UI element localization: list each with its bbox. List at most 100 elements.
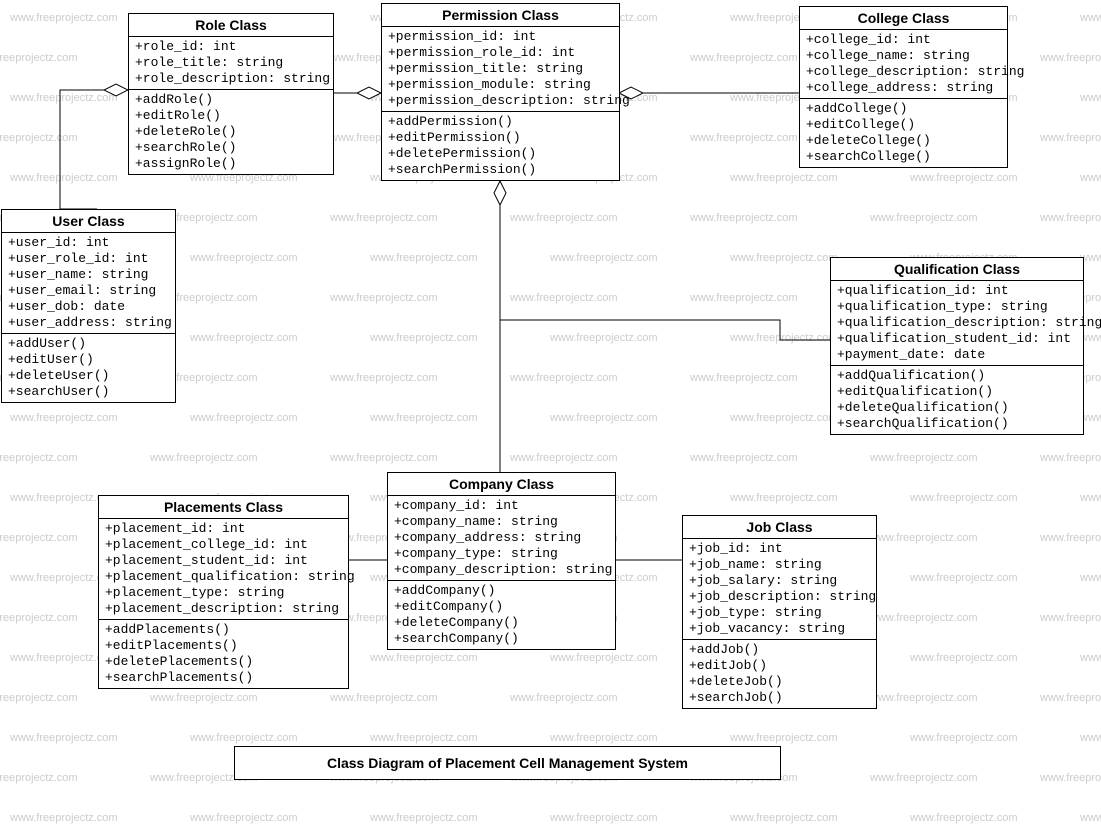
watermark-text: www.freeprojectz.com bbox=[0, 692, 78, 704]
watermark-text: www.freeprojectz.com bbox=[510, 292, 618, 304]
op: +deleteRole() bbox=[135, 124, 327, 140]
attr: +placement_id: int bbox=[105, 521, 342, 537]
watermark-text: www.freeprojectz.com bbox=[1080, 812, 1101, 824]
watermark-text: www.freeprojectz.com bbox=[550, 732, 658, 744]
class-placements-ops: +addPlacements() +editPlacements() +dele… bbox=[99, 620, 348, 688]
class-placements-title: Placements Class bbox=[99, 496, 348, 519]
watermark-text: www.freeprojectz.com bbox=[1040, 212, 1101, 224]
attr: +qualification_id: int bbox=[837, 283, 1077, 299]
op: +editQualification() bbox=[837, 384, 1077, 400]
attr: +company_name: string bbox=[394, 514, 609, 530]
op: +editPlacements() bbox=[105, 638, 342, 654]
watermark-text: www.freeprojectz.com bbox=[1080, 92, 1101, 104]
watermark-text: www.freeprojectz.com bbox=[870, 212, 978, 224]
watermark-text: www.freeprojectz.com bbox=[870, 692, 978, 704]
watermark-text: www.freeprojectz.com bbox=[870, 612, 978, 624]
op: +searchRole() bbox=[135, 140, 327, 156]
class-permission: Permission Class +permission_id: int +pe… bbox=[381, 3, 620, 181]
class-user-title: User Class bbox=[2, 210, 175, 233]
watermark-text: www.freeprojectz.com bbox=[910, 572, 1018, 584]
watermark-text: www.freeprojectz.com bbox=[870, 452, 978, 464]
watermark-text: www.freeprojectz.com bbox=[1080, 12, 1101, 24]
watermark-text: www.freeprojectz.com bbox=[0, 132, 78, 144]
class-permission-ops: +addPermission() +editPermission() +dele… bbox=[382, 112, 619, 180]
attr: +college_name: string bbox=[806, 48, 1001, 64]
attr: +placement_student_id: int bbox=[105, 553, 342, 569]
watermark-text: www.freeprojectz.com bbox=[0, 52, 78, 64]
attr: +qualification_type: string bbox=[837, 299, 1077, 315]
class-user-attrs: +user_id: int +user_role_id: int +user_n… bbox=[2, 233, 175, 334]
attr: +job_description: string bbox=[689, 589, 870, 605]
op: +deletePlacements() bbox=[105, 654, 342, 670]
op: +addPlacements() bbox=[105, 622, 342, 638]
watermark-text: www.freeprojectz.com bbox=[510, 372, 618, 384]
watermark-text: www.freeprojectz.com bbox=[0, 612, 78, 624]
op: +deleteQualification() bbox=[837, 400, 1077, 416]
class-qualification-title: Qualification Class bbox=[831, 258, 1083, 281]
watermark-text: www.freeprojectz.com bbox=[10, 732, 118, 744]
op: +deleteUser() bbox=[8, 368, 169, 384]
op: +addJob() bbox=[689, 642, 870, 658]
op: +deleteCompany() bbox=[394, 615, 609, 631]
attr: +company_id: int bbox=[394, 498, 609, 514]
watermark-text: www.freeprojectz.com bbox=[690, 132, 798, 144]
watermark-text: www.freeprojectz.com bbox=[1080, 652, 1101, 664]
watermark-text: www.freeprojectz.com bbox=[150, 692, 258, 704]
class-company-ops: +addCompany() +editCompany() +deleteComp… bbox=[388, 581, 615, 649]
op: +editPermission() bbox=[388, 130, 613, 146]
class-job-attrs: +job_id: int +job_name: string +job_sala… bbox=[683, 539, 876, 640]
class-role-attrs: +role_id: int +role_title: string +role_… bbox=[129, 37, 333, 90]
watermark-text: www.freeprojectz.com bbox=[150, 452, 258, 464]
class-permission-title: Permission Class bbox=[382, 4, 619, 27]
class-role: Role Class +role_id: int +role_title: st… bbox=[128, 13, 334, 175]
attr: +job_type: string bbox=[689, 605, 870, 621]
op: +searchCompany() bbox=[394, 631, 609, 647]
class-qualification-attrs: +qualification_id: int +qualification_ty… bbox=[831, 281, 1083, 366]
watermark-text: www.freeprojectz.com bbox=[190, 812, 298, 824]
watermark-text: www.freeprojectz.com bbox=[190, 332, 298, 344]
watermark-text: www.freeprojectz.com bbox=[1040, 612, 1101, 624]
class-college-title: College Class bbox=[800, 7, 1007, 30]
attr: +user_name: string bbox=[8, 267, 169, 283]
attr: +role_id: int bbox=[135, 39, 327, 55]
attr: +user_email: string bbox=[8, 283, 169, 299]
watermark-text: www.freeprojectz.com bbox=[910, 732, 1018, 744]
watermark-text: www.freeprojectz.com bbox=[190, 252, 298, 264]
watermark-text: www.freeprojectz.com bbox=[1080, 732, 1101, 744]
op: +searchUser() bbox=[8, 384, 169, 400]
watermark-text: www.freeprojectz.com bbox=[190, 732, 298, 744]
class-placements: Placements Class +placement_id: int +pla… bbox=[98, 495, 349, 689]
watermark-text: www.freeprojectz.com bbox=[1080, 172, 1101, 184]
watermark-text: www.freeprojectz.com bbox=[550, 652, 658, 664]
watermark-text: www.freeprojectz.com bbox=[510, 692, 618, 704]
attr: +role_title: string bbox=[135, 55, 327, 71]
class-role-title: Role Class bbox=[129, 14, 333, 37]
attr: +payment_date: date bbox=[837, 347, 1077, 363]
op: +searchQualification() bbox=[837, 416, 1077, 432]
class-user: User Class +user_id: int +user_role_id: … bbox=[1, 209, 176, 403]
watermark-text: www.freeprojectz.com bbox=[510, 452, 618, 464]
attr: +job_name: string bbox=[689, 557, 870, 573]
op: +assignRole() bbox=[135, 156, 327, 172]
op: +deleteCollege() bbox=[806, 133, 1001, 149]
watermark-text: www.freeprojectz.com bbox=[330, 292, 438, 304]
class-role-ops: +addRole() +editRole() +deleteRole() +se… bbox=[129, 90, 333, 174]
attr: +job_salary: string bbox=[689, 573, 870, 589]
attr: +job_vacancy: string bbox=[689, 621, 870, 637]
op: +editUser() bbox=[8, 352, 169, 368]
op: +searchPlacements() bbox=[105, 670, 342, 686]
watermark-text: www.freeprojectz.com bbox=[370, 332, 478, 344]
attr: +permission_title: string bbox=[388, 61, 613, 77]
attr: +college_description: string bbox=[806, 64, 1001, 80]
attr: +company_address: string bbox=[394, 530, 609, 546]
class-college: College Class +college_id: int +college_… bbox=[799, 6, 1008, 168]
watermark-text: www.freeprojectz.com bbox=[510, 212, 618, 224]
watermark-text: www.freeprojectz.com bbox=[0, 532, 78, 544]
class-job-ops: +addJob() +editJob() +deleteJob() +searc… bbox=[683, 640, 876, 708]
op: +addCollege() bbox=[806, 101, 1001, 117]
watermark-text: www.freeprojectz.com bbox=[730, 492, 838, 504]
watermark-text: www.freeprojectz.com bbox=[730, 332, 838, 344]
watermark-text: www.freeprojectz.com bbox=[690, 292, 798, 304]
watermark-text: www.freeprojectz.com bbox=[910, 652, 1018, 664]
watermark-text: www.freeprojectz.com bbox=[10, 412, 118, 424]
